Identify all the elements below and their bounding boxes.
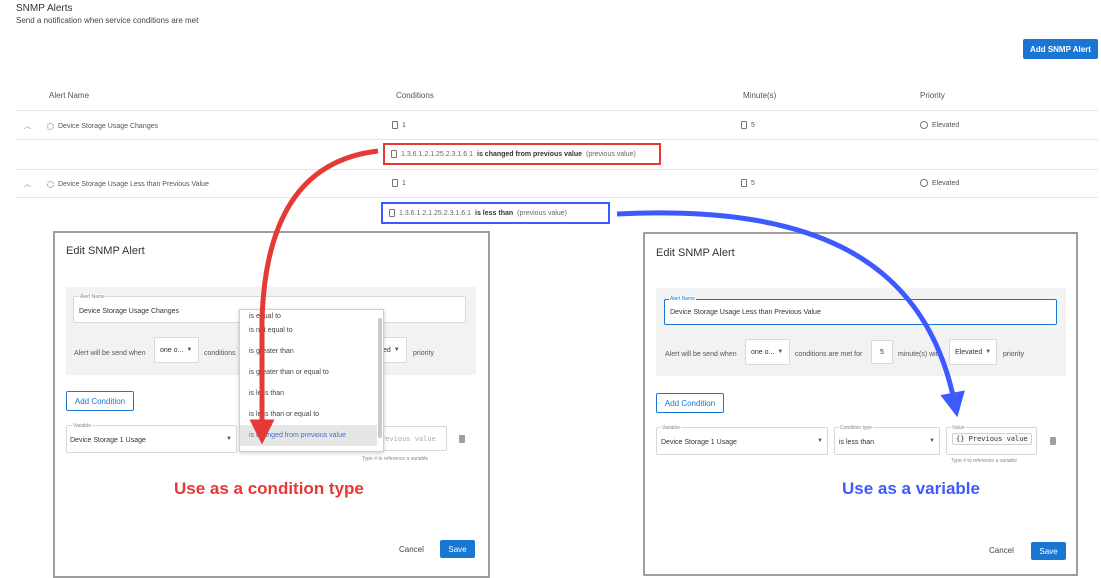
annotation-arrows xyxy=(249,148,965,445)
red-arrow xyxy=(249,148,379,445)
blue-arrow xyxy=(616,210,965,418)
